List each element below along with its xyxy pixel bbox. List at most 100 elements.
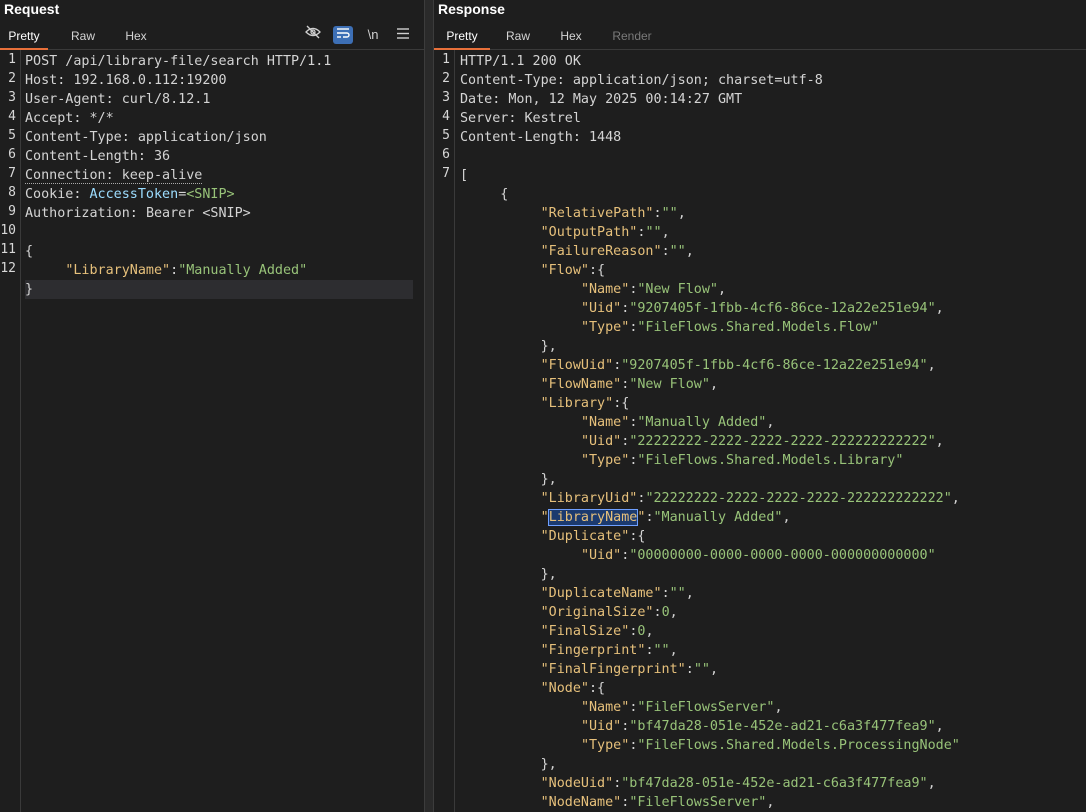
code-token: , xyxy=(766,415,775,430)
code-token: Kestrel xyxy=(524,111,581,126)
code-token: 1448 xyxy=(589,130,622,145)
code-token: 36 xyxy=(154,149,171,164)
tab-raw[interactable]: Raw xyxy=(62,25,104,48)
code-token: "New Flow" xyxy=(637,282,718,297)
code-line: "Node":{ xyxy=(460,679,606,698)
code-token: "Manually Added" xyxy=(653,510,783,525)
code-token: Accept: xyxy=(25,111,90,126)
code-token: "FailureReason" xyxy=(540,244,662,259)
code-token: :{ xyxy=(629,529,646,544)
code-line: "Uid":"00000000-0000-0000-0000-000000000… xyxy=(460,546,936,565)
code-token: "Name" xyxy=(580,700,630,715)
code-token: }, xyxy=(460,472,557,487)
response-line-numbers: 1 2 3 4 5 6 7 xyxy=(434,50,455,812)
code-line: "DuplicateName":"", xyxy=(460,584,694,603)
line-number: 2 xyxy=(8,71,16,86)
eye-off-icon[interactable] xyxy=(302,25,324,45)
code-token: :{ xyxy=(589,263,606,278)
response-tabs: Pretty Raw Hex Render xyxy=(434,25,1086,50)
code-line: } xyxy=(25,280,413,299)
code-token: */* xyxy=(89,111,114,126)
menu-icon[interactable] xyxy=(392,25,414,45)
code-token: Server: xyxy=(460,111,525,126)
line-number: 2 xyxy=(442,71,450,86)
code-token: "22222222-2222-2222-2222-222222222222" xyxy=(645,491,952,506)
code-token: "" xyxy=(669,586,686,601)
code-token: "Type" xyxy=(580,320,630,335)
tab-hex[interactable]: Hex xyxy=(552,25,590,48)
code-token: }, xyxy=(460,339,557,354)
code-line: "Type":"FileFlows.Shared.Models.Processi… xyxy=(460,736,960,755)
code-line: "LibraryUid":"22222222-2222-2222-2222-22… xyxy=(460,489,960,508)
code-line: HTTP/1.1 200 OK xyxy=(460,52,581,71)
code-token: 192.168.0.112:19200 xyxy=(73,73,227,88)
tab-hex[interactable]: Hex xyxy=(116,25,156,48)
code-token: Host: xyxy=(25,73,74,88)
newline-icon[interactable]: \n xyxy=(362,25,384,45)
code-line: Server: Kestrel xyxy=(460,109,581,128)
code-line: Cookie: AccessToken=<SNIP> xyxy=(25,185,235,204)
line-number: 3 xyxy=(442,90,450,105)
code-line: Accept: */* xyxy=(25,109,114,128)
code-token: "" xyxy=(693,662,710,677)
code-token: HTTP/1.1 200 OK xyxy=(460,54,581,69)
code-token: "FileFlows.Shared.Models.Flow" xyxy=(637,320,880,335)
code-token: : xyxy=(645,643,654,658)
code-token: "22222222-2222-2222-2222-222222222222" xyxy=(629,434,936,449)
code-line: "LibraryName":"Manually Added", xyxy=(460,508,791,527)
code-token: curl/8.12.1 xyxy=(121,92,211,107)
tab-pretty[interactable]: Pretty xyxy=(434,25,490,50)
code-token: "9207405f-1fbb-4cf6-86ce-12a22e251e94" xyxy=(621,358,928,373)
code-token: application/json xyxy=(137,130,267,145)
code-line: "FinalFingerprint":"", xyxy=(460,660,718,679)
code-token: , xyxy=(951,491,960,506)
code-token: Cookie: xyxy=(25,187,90,202)
code-token: "" xyxy=(645,225,662,240)
code-token: "Node" xyxy=(540,681,589,696)
code-token: Content-Type: xyxy=(25,130,138,145)
code-token: , xyxy=(669,605,678,620)
tab-pretty[interactable]: Pretty xyxy=(0,25,48,50)
code-token: "Manually Added" xyxy=(178,263,308,278)
code-line: "Name":"Manually Added", xyxy=(460,413,775,432)
tab-render[interactable]: Render xyxy=(606,25,658,48)
code-token: : xyxy=(170,263,179,278)
code-line: Host: 192.168.0.112:19200 xyxy=(25,71,227,90)
code-token: POST /api/library-file/search HTTP/1.1 xyxy=(25,54,332,69)
tab-raw[interactable]: Raw xyxy=(498,25,538,48)
code-token: { xyxy=(25,244,34,259)
code-token: , xyxy=(709,377,718,392)
code-token: "FlowName" xyxy=(540,377,622,392)
code-token: , xyxy=(718,282,727,297)
code-line: Authorization: Bearer <SNIP> xyxy=(25,204,251,223)
code-token: "FileFlowsServer" xyxy=(629,795,767,810)
code-line: "Duplicate":{ xyxy=(460,527,646,546)
code-line: "FlowUid":"9207405f-1fbb-4cf6-86ce-12a22… xyxy=(460,356,936,375)
pane-splitter[interactable] xyxy=(424,0,434,812)
response-editor[interactable]: HTTP/1.1 200 OK Content-Type: application… xyxy=(460,50,1086,812)
code-line: "FlowName":"New Flow", xyxy=(460,375,718,394)
code-token: "FileFlows.Shared.Models.Library" xyxy=(637,453,904,468)
code-token: "FinalSize" xyxy=(540,624,630,639)
line-number: 7 xyxy=(442,166,450,181)
wrap-icon[interactable] xyxy=(333,26,353,44)
line-number: 10 xyxy=(0,223,16,238)
request-editor[interactable]: POST /api/library-file/search HTTP/1.1 Ho… xyxy=(25,50,413,812)
request-tabs: Pretty Raw Hex xyxy=(0,25,424,50)
